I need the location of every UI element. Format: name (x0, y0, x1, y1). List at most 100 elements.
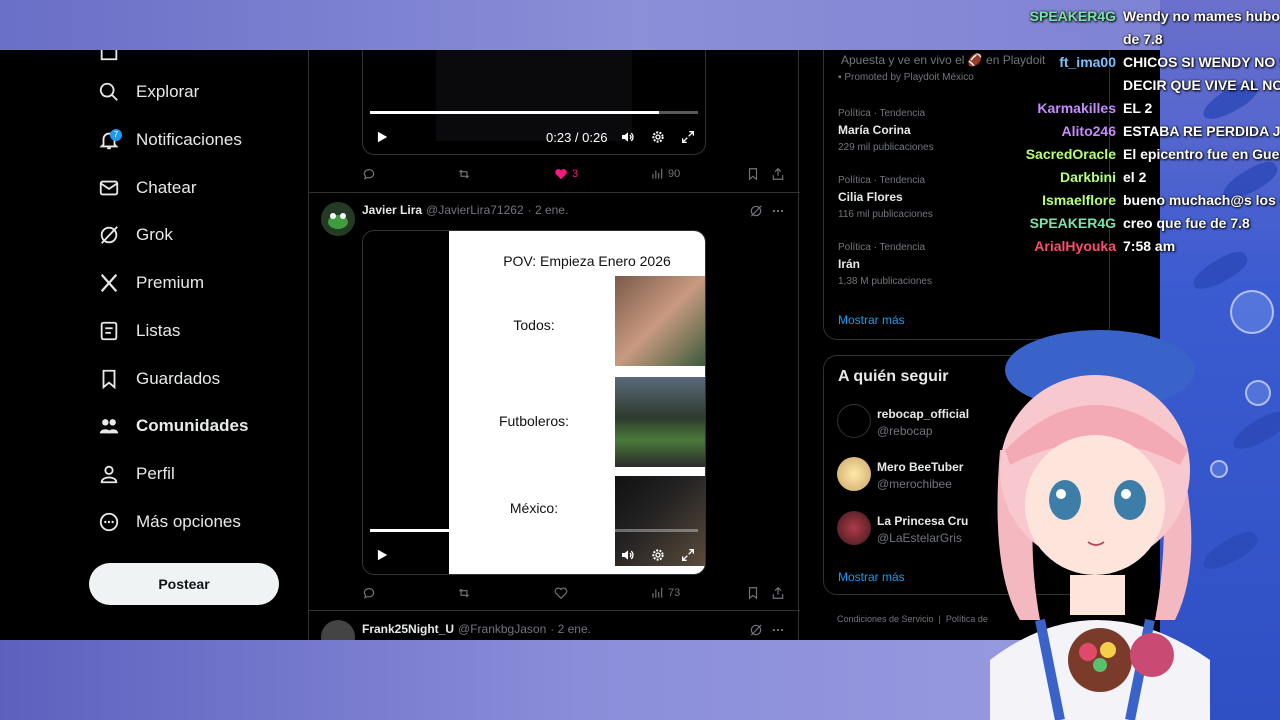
author-handle[interactable]: @FrankbgJason (458, 622, 546, 636)
like-button[interactable]: 3 (554, 167, 578, 181)
sidebar-item-mas-opciones[interactable]: Más opciones (98, 507, 241, 537)
sidebar-item-home-partial[interactable] (98, 50, 120, 66)
sidebar-item-notificaciones[interactable]: 7 Notificaciones (98, 125, 242, 155)
chat-username: SacredOracle (1025, 146, 1116, 162)
video-progress-bar[interactable] (370, 529, 698, 532)
x-logo-icon (100, 274, 118, 292)
more-options-icon[interactable] (771, 204, 785, 218)
views-button[interactable]: 90 (650, 167, 680, 181)
sidebar-item-grok[interactable]: Grok (98, 220, 173, 250)
reply-button[interactable] (362, 586, 376, 600)
follow-handle: @rebocap (877, 424, 933, 438)
avatar[interactable] (837, 511, 871, 545)
settings-gear-icon[interactable] (650, 129, 666, 145)
sidebar-item-label: Grok (136, 225, 173, 244)
share-icon (772, 586, 784, 599)
trend-category: Política · Tendencia (838, 108, 926, 119)
chat-text: de 7.8 (1123, 31, 1163, 47)
list-icon (100, 321, 118, 341)
tweet-date[interactable]: · 2 ene. (528, 203, 569, 217)
trend-name[interactable]: Irán (838, 257, 860, 271)
share-button[interactable] (771, 167, 785, 181)
like-button[interactable] (554, 586, 568, 600)
repost-button[interactable] (457, 586, 471, 600)
meme-photo-person (615, 276, 705, 366)
sidebar-item-explorar[interactable]: Explorar (98, 77, 199, 107)
avatar[interactable] (321, 620, 355, 640)
chat-text: bueno muchach@s los c (1123, 192, 1280, 208)
sidebar-item-comunidades[interactable]: Comunidades (98, 411, 248, 441)
like-count: 3 (572, 168, 579, 180)
tweet-divider (309, 610, 800, 611)
tweet-date[interactable]: · 2 ene. (550, 622, 591, 636)
sidebar-item-label: Perfil (136, 464, 175, 483)
share-button[interactable] (771, 586, 785, 600)
meme-row-label: México: (509, 500, 559, 516)
chat-username: Darkbini (1059, 169, 1116, 185)
author-name[interactable]: Frank25Night_U (362, 622, 454, 636)
show-more-link[interactable]: Mostrar más (838, 570, 905, 584)
more-options-icon[interactable] (771, 623, 785, 637)
play-icon[interactable] (375, 130, 389, 144)
avatar[interactable] (837, 404, 871, 438)
bookmark-button[interactable] (746, 167, 760, 181)
grok-explain-icon[interactable] (749, 204, 763, 218)
sidebar-item-chatear[interactable]: Chatear (98, 173, 196, 203)
sidebar-item-perfil[interactable]: Perfil (98, 459, 175, 489)
chat-message: SacredOracle El epicentro fue en Guer (1000, 146, 1280, 168)
fullscreen-icon[interactable] (680, 129, 696, 145)
sidebar-item-label: Chatear (136, 178, 197, 197)
reply-button[interactable] (362, 167, 376, 181)
heart-filled-icon (555, 169, 567, 180)
sidebar-item-premium[interactable]: Premium (98, 268, 204, 298)
reply-icon (363, 588, 375, 599)
avatar[interactable] (321, 202, 355, 236)
avatar-image (321, 202, 355, 236)
chat-message: Ismaelflore bueno muchach@s los c (1000, 192, 1280, 214)
meme-row-label: Todos: (513, 317, 555, 333)
grok-icon (100, 226, 118, 244)
show-more-link[interactable]: Mostrar más (838, 313, 905, 327)
chat-username: SPEAKER4G (1029, 8, 1116, 24)
video-player-2[interactable]: POV: Empieza Enero 2026 Todos: Futbolero… (362, 230, 706, 575)
trend-count: 229 mil publicaciones (838, 142, 934, 153)
sidebar-item-guardados[interactable]: Guardados (98, 364, 220, 394)
chat-message: ArialHyouka 7:58 am (1000, 238, 1280, 260)
author-handle[interactable]: @JavierLira71262 (426, 203, 524, 217)
volume-icon[interactable] (620, 547, 636, 563)
post-button[interactable]: Postear (89, 563, 279, 605)
grok-explain-icon[interactable] (749, 623, 763, 637)
sidebar-item-label: Comunidades (136, 416, 249, 435)
chat-message: Karmakilles EL 2 (1000, 100, 1280, 122)
play-icon[interactable] (375, 548, 389, 562)
tweet-header: Javier Lira @JavierLira71262 · 2 ene. (362, 203, 568, 217)
trend-name[interactable]: Cilia Flores (838, 190, 903, 204)
communities-icon (99, 419, 119, 434)
sidebar-item-listas[interactable]: Listas (98, 316, 180, 346)
chat-text: CHICOS SI WENDY NO S (1123, 54, 1280, 70)
trend-name[interactable]: María Corina (838, 123, 911, 137)
chat-text: ESTABA RE PERDIDA JA (1123, 123, 1280, 139)
video-progress-bar[interactable] (370, 111, 698, 114)
settings-gear-icon[interactable] (650, 547, 666, 563)
more-circle-icon (99, 512, 119, 532)
sidebar-item-label: Premium (136, 273, 205, 292)
volume-icon[interactable] (620, 129, 636, 145)
chat-username: Ismaelflore (1042, 192, 1116, 208)
bookmark-button[interactable] (746, 586, 760, 600)
chat-text: EL 2 (1123, 100, 1153, 116)
avatar[interactable] (837, 457, 871, 491)
repost-button[interactable] (457, 167, 471, 181)
author-name[interactable]: Javier Lira (362, 203, 422, 217)
promoted-icon: ▪ (838, 72, 842, 83)
video-time: 0:11 / 0:17 (554, 548, 615, 563)
chat-text: el 2 (1123, 169, 1147, 185)
views-button[interactable]: 73 (650, 586, 680, 600)
chat-message: Darkbini el 2 (1000, 169, 1280, 191)
video-player-1[interactable]: 0:23 / 0:26 (362, 50, 706, 155)
chat-text: DECIR QUE VIVE AL NO (1123, 77, 1280, 93)
timeline-feed: 0:23 / 0:26 3 90 Javier Lira @JavierLira… (308, 50, 800, 640)
trend-category: Política · Tendencia (838, 242, 926, 253)
fullscreen-icon[interactable] (680, 547, 696, 563)
chat-text: Wendy no mames hubo (1123, 8, 1280, 24)
